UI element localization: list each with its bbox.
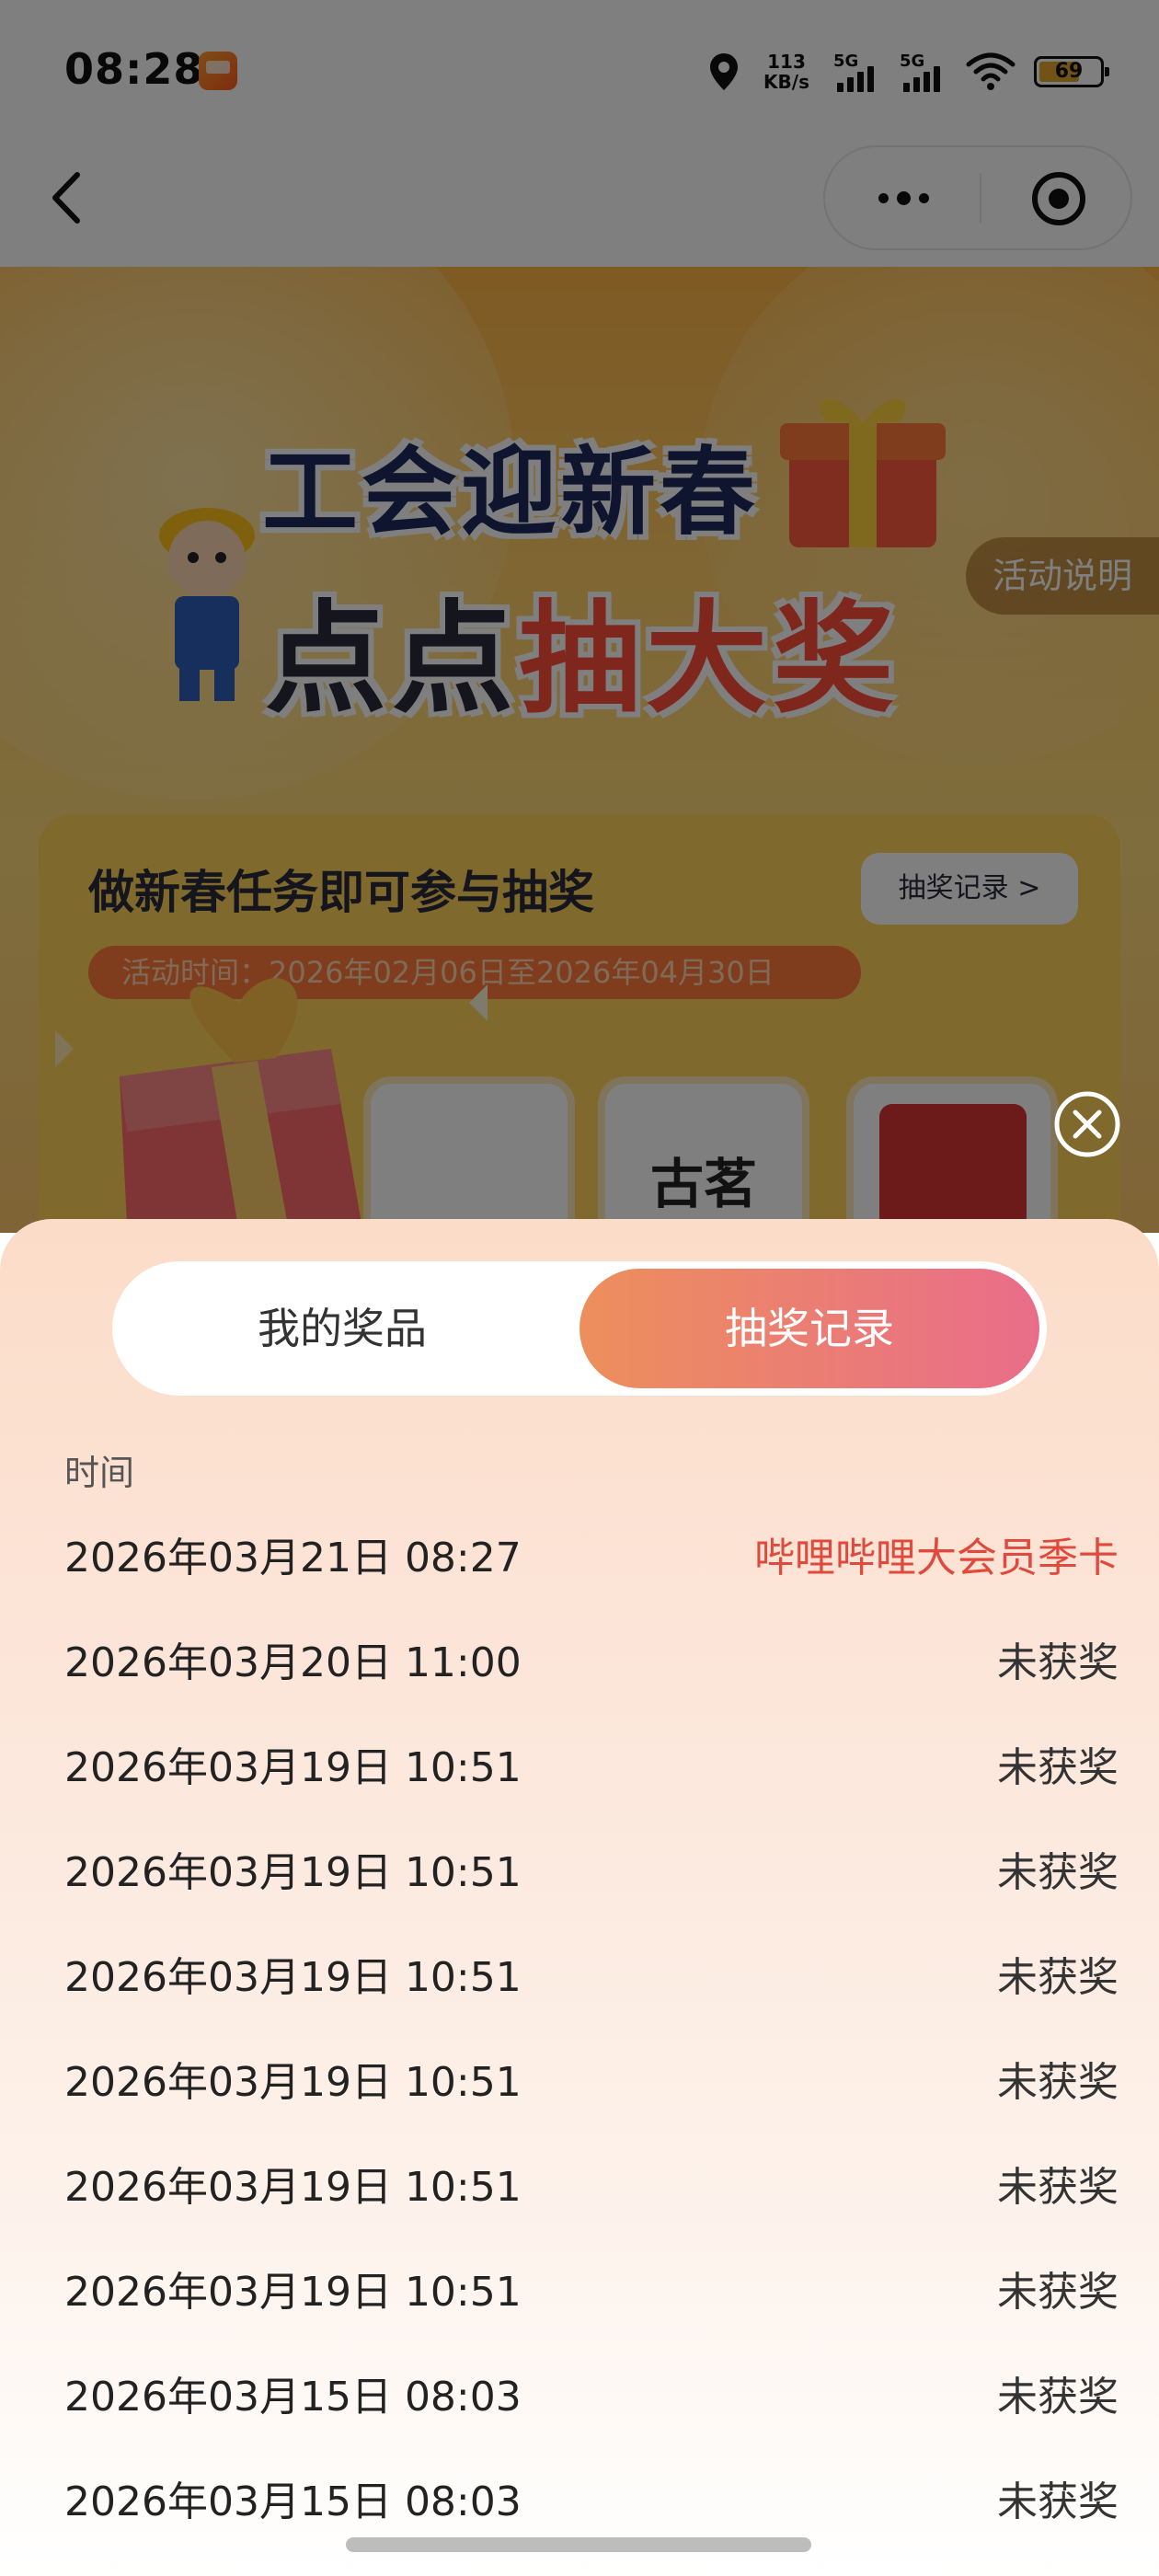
tab-bar: 我的奖品 抽奖记录 xyxy=(112,1261,1047,1396)
tab-lottery-records[interactable]: 抽奖记录 xyxy=(580,1269,1039,1388)
record-row: 2026年03月19日 10:51 未获奖 xyxy=(64,1828,1119,1933)
record-time: 2026年03月19日 10:51 xyxy=(64,1744,522,1791)
close-icon[interactable] xyxy=(1052,1089,1122,1159)
record-result: 未获奖 xyxy=(997,1849,1119,1896)
record-time: 2026年03月21日 08:27 xyxy=(64,1535,522,1581)
record-row: 2026年03月19日 10:51 未获奖 xyxy=(64,2038,1119,2143)
record-time: 2026年03月19日 10:51 xyxy=(64,2269,522,2316)
record-time: 2026年03月15日 08:03 xyxy=(64,2374,522,2421)
record-result: 未获奖 xyxy=(997,2164,1119,2211)
record-row: 2026年03月19日 10:51 未获奖 xyxy=(64,2143,1119,2248)
lottery-record-sheet: 我的奖品 抽奖记录 时间 2026年03月21日 08:27 哔哩哔哩大会员季卡… xyxy=(0,1219,1159,2576)
record-time: 2026年03月15日 08:03 xyxy=(64,2478,522,2525)
record-result: 未获奖 xyxy=(997,2269,1119,2316)
record-time: 2026年03月19日 10:51 xyxy=(64,2059,522,2106)
time-column-header: 时间 xyxy=(64,1453,135,1493)
record-result: 未获奖 xyxy=(997,1639,1119,1686)
record-result: 未获奖 xyxy=(997,2374,1119,2421)
record-result: 未获奖 xyxy=(997,1744,1119,1791)
record-row: 2026年03月15日 08:03 未获奖 xyxy=(64,2352,1119,2457)
record-row: 2026年03月19日 10:51 未获奖 xyxy=(64,1933,1119,2038)
record-time: 2026年03月19日 10:51 xyxy=(64,1954,522,2001)
record-result: 未获奖 xyxy=(997,1954,1119,2001)
record-row: 2026年03月21日 08:27 哔哩哔哩大会员季卡 xyxy=(64,1513,1119,1618)
record-time: 2026年03月19日 10:51 xyxy=(64,1849,522,1896)
record-result: 未获奖 xyxy=(997,2478,1119,2525)
home-indicator[interactable] xyxy=(346,2537,811,2552)
record-result: 未获奖 xyxy=(997,2059,1119,2106)
record-row: 2026年03月20日 11:00 未获奖 xyxy=(64,1618,1119,1723)
record-time: 2026年03月19日 10:51 xyxy=(64,2164,522,2211)
dim-overlay[interactable] xyxy=(0,0,1159,1233)
record-list: 2026年03月21日 08:27 哔哩哔哩大会员季卡 2026年03月20日 … xyxy=(64,1513,1119,2562)
record-row: 2026年03月19日 10:51 未获奖 xyxy=(64,2248,1119,2352)
record-row: 2026年03月19日 10:51 未获奖 xyxy=(64,1723,1119,1828)
record-time: 2026年03月20日 11:00 xyxy=(64,1639,522,1686)
record-result: 哔哩哔哩大会员季卡 xyxy=(754,1535,1119,1581)
tab-my-prizes[interactable]: 我的奖品 xyxy=(112,1261,572,1396)
